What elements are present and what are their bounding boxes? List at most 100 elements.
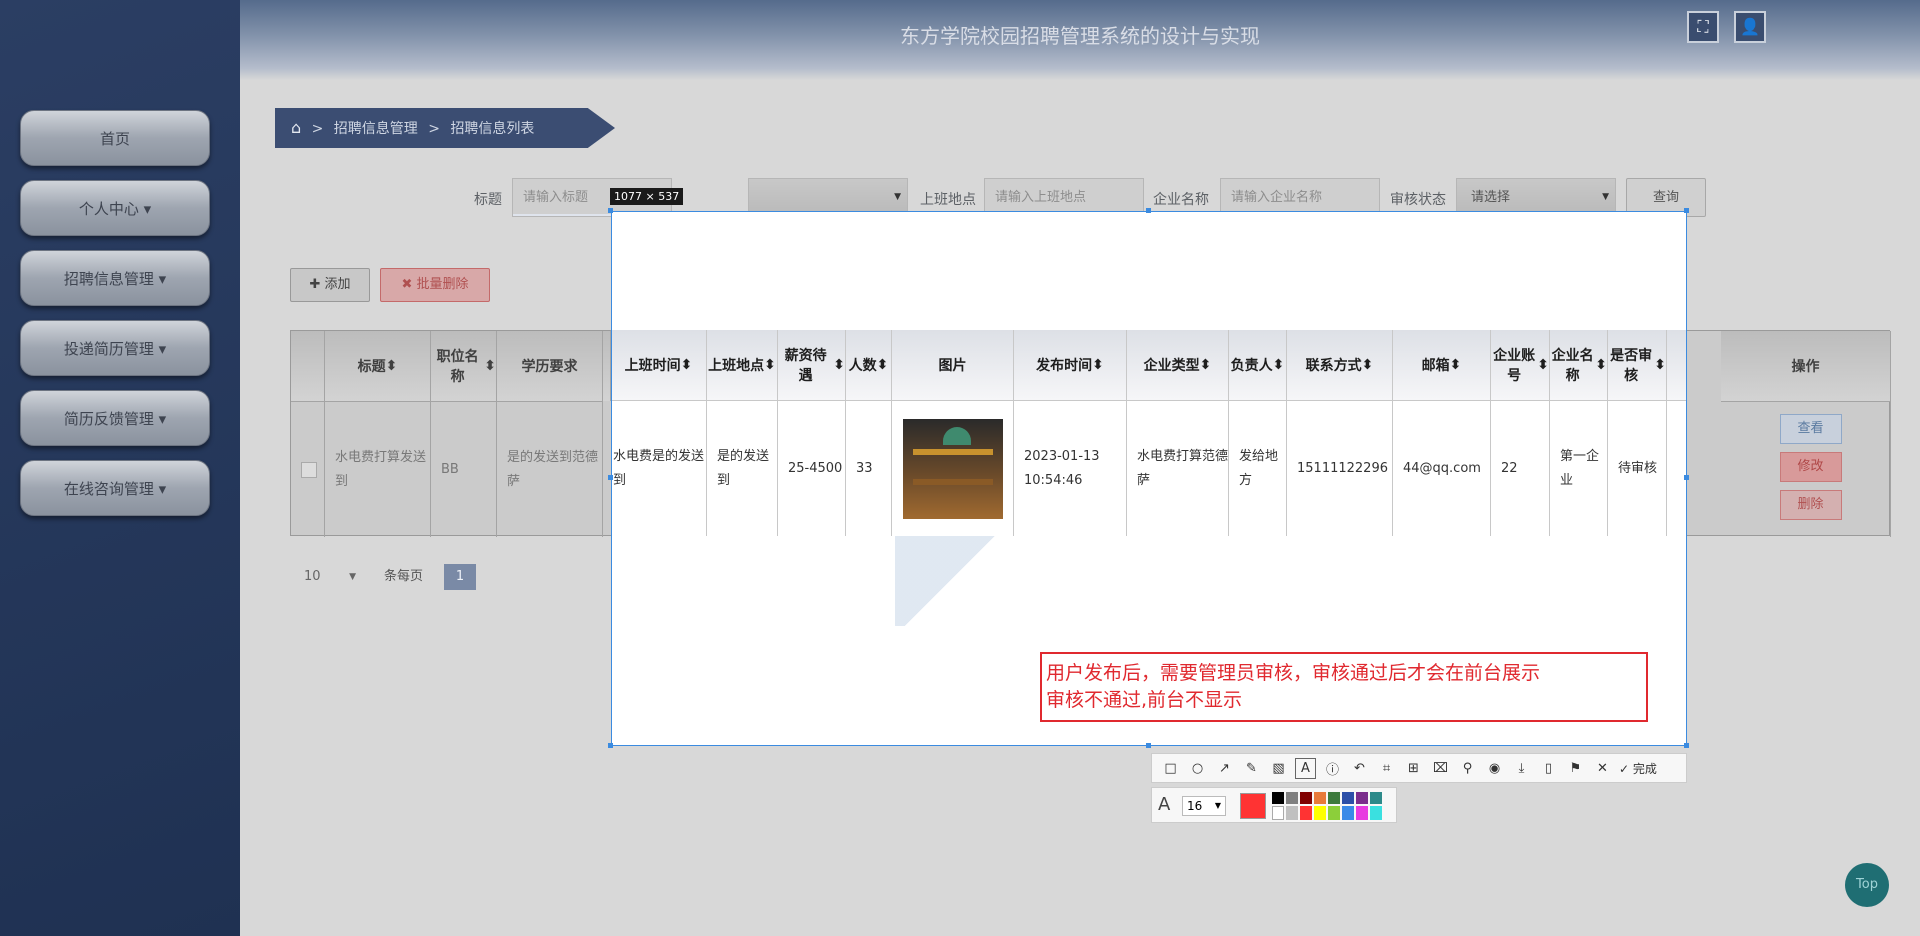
- company-filter-label: 企业名称: [1153, 192, 1209, 208]
- page-1-button[interactable]: 1: [444, 564, 476, 590]
- resize-handle[interactable]: [1146, 743, 1151, 748]
- breadcrumb: ⌂ > 招聘信息管理 > 招聘信息列表: [275, 108, 615, 148]
- col-email[interactable]: 邮箱 ⬍: [1393, 330, 1491, 400]
- resize-handle[interactable]: [1684, 475, 1689, 480]
- color-palette[interactable]: [1272, 792, 1392, 820]
- font-size-select[interactable]: 16 ▼: [1182, 796, 1226, 816]
- library-photo: [902, 418, 1003, 519]
- check-icon: ✓: [1619, 761, 1630, 776]
- table-cell-company: 第一企业: [1550, 400, 1608, 536]
- captured-table: 上班时间 ⬍ 上班地点 ⬍ 薪资待遇 ⬍ 人数 ⬍ 图片 发布时间 ⬍ 企业类型 ⬍ 负责人…: [612, 330, 1686, 536]
- table-cell-contact-person: 发给地方: [1229, 400, 1287, 536]
- col-reply: [1667, 330, 1686, 400]
- breadcrumb-level1[interactable]: 招聘信息管理: [334, 121, 418, 137]
- current-color-swatch[interactable]: [1240, 793, 1266, 819]
- resize-handle[interactable]: [1684, 208, 1689, 213]
- page-size-select[interactable]: 10 ▼: [290, 564, 370, 590]
- text-style-toolbar: A 16 ▼: [1151, 787, 1397, 823]
- sidebar-item-personal-center[interactable]: 个人中心 ▾: [20, 180, 210, 236]
- table-cell-audit: 待审核: [1608, 400, 1667, 536]
- table-cell-position: BB: [431, 401, 497, 537]
- title-filter-label: 标题: [474, 192, 502, 208]
- table-cell-salary: 25-4500: [778, 400, 846, 536]
- capture-toolbar: □ ○ ↗ ✎ ▧ A ⓘ ↶ ⌗ ⊞ ⌧ ⚲ ◉ ⤓ ▯ ⚑ ✕ ✓ 完成: [1151, 753, 1687, 783]
- home-icon[interactable]: ⌂: [291, 118, 301, 137]
- download-icon[interactable]: ⤓: [1511, 758, 1532, 779]
- pin-icon[interactable]: ⚲: [1457, 758, 1478, 779]
- resize-handle[interactable]: [1146, 208, 1151, 213]
- delete-button[interactable]: 删除: [1779, 490, 1842, 520]
- view-button[interactable]: 查看: [1779, 414, 1842, 444]
- resize-handle[interactable]: [608, 743, 613, 748]
- table-cell-email: 44@qq.com: [1393, 400, 1491, 536]
- resize-handle[interactable]: [608, 208, 613, 213]
- mosaic-icon[interactable]: ▧: [1268, 758, 1289, 779]
- table-cell-location: 是的发送到: [707, 400, 778, 536]
- add-button[interactable]: ✚ 添加: [290, 268, 370, 302]
- sidebar-item-online-consult[interactable]: 在线咨询管理 ▾: [20, 460, 210, 516]
- col-image: 图片: [892, 330, 1014, 400]
- sidebar-item-resume-feedback[interactable]: 简历反馈管理 ▾: [20, 390, 210, 446]
- undo-icon[interactable]: ↶: [1349, 758, 1370, 779]
- done-button[interactable]: ✓ 完成: [1619, 760, 1657, 777]
- table-cell-publish-time: 2023-01-13 10:54:46: [1014, 400, 1127, 536]
- col-phone[interactable]: 联系方式 ⬍: [1287, 330, 1393, 400]
- plus-icon: ✚: [309, 277, 325, 292]
- col-company[interactable]: 企业名称 ⬍: [1550, 330, 1608, 400]
- long-capture-icon[interactable]: ▯: [1538, 758, 1559, 779]
- record-icon[interactable]: ◉: [1484, 758, 1505, 779]
- close-icon[interactable]: ✕: [1592, 758, 1613, 779]
- col-location[interactable]: 上班地点 ⬍: [707, 330, 778, 400]
- font-icon: A: [1158, 794, 1171, 815]
- resize-handle[interactable]: [1684, 743, 1689, 748]
- table-cell-ops: 查看 修改 删除: [1721, 401, 1891, 537]
- col-account[interactable]: 企业账号 ⬍: [1491, 330, 1550, 400]
- col-audit[interactable]: 是否审核 ⬍: [1608, 330, 1667, 400]
- ocr-icon[interactable]: ⌧: [1430, 758, 1451, 779]
- capture-size-label: 1077 × 537: [610, 188, 684, 205]
- resize-handle[interactable]: [608, 475, 613, 480]
- table-cell-work-time: 水电费是的发送到: [612, 400, 707, 536]
- sidebar-item-resume-delivery[interactable]: 投递简历管理 ▾: [20, 320, 210, 376]
- per-page-label: 条每页: [384, 569, 424, 584]
- table-cell-reply: [1667, 400, 1686, 536]
- col-publish-time[interactable]: 发布时间 ⬍: [1014, 330, 1127, 400]
- checkbox-header: [291, 331, 325, 401]
- watermark-shape: [895, 536, 1005, 626]
- status-filter-label: 审核状态: [1390, 192, 1446, 208]
- rectangle-icon[interactable]: □: [1160, 758, 1181, 779]
- col-work-time[interactable]: 上班时间 ⬍: [612, 330, 707, 400]
- user-icon[interactable]: 👤: [1734, 11, 1766, 43]
- arrow-icon[interactable]: ↗: [1214, 758, 1235, 779]
- batch-delete-button[interactable]: ✖ 批量删除: [380, 268, 490, 302]
- col-count[interactable]: 人数 ⬍: [846, 330, 892, 400]
- table-cell-account: 22: [1491, 400, 1550, 536]
- annotation-note[interactable]: 用户发布后，需要管理员审核，审核通过后才会在前台展示 审核不通过,前台不显示: [1040, 652, 1648, 722]
- scan-icon[interactable]: ⌗: [1376, 758, 1397, 779]
- breadcrumb-level2: 招聘信息列表: [450, 121, 535, 137]
- col-contact-person[interactable]: 负责人 ⬍: [1229, 330, 1287, 400]
- sidebar-item-home[interactable]: 首页: [20, 110, 210, 166]
- page-title: 东方学院校园招聘管理系统的设计与实现: [900, 24, 1260, 48]
- bookmark-icon[interactable]: ⚑: [1565, 758, 1586, 779]
- number-icon[interactable]: ⓘ: [1322, 758, 1343, 779]
- col-company-type[interactable]: 企业类型 ⬍: [1127, 330, 1229, 400]
- col-title[interactable]: 标题 ⬍: [325, 331, 431, 401]
- col-salary[interactable]: 薪资待遇 ⬍: [778, 330, 846, 400]
- table-cell-title: 水电费打算发送到: [325, 401, 431, 537]
- sidebar-item-recruitment[interactable]: 招聘信息管理 ▾: [20, 250, 210, 306]
- text-icon[interactable]: A: [1295, 757, 1316, 779]
- fullscreen-icon[interactable]: ⛶: [1687, 11, 1719, 43]
- table-cell-phone: 15111122296: [1287, 400, 1393, 536]
- close-icon: ✖: [401, 277, 417, 292]
- location-filter-label: 上班地点: [920, 192, 976, 208]
- row-checkbox[interactable]: [291, 401, 325, 537]
- circle-icon[interactable]: ○: [1187, 758, 1208, 779]
- col-ops: 操作: [1721, 331, 1891, 401]
- back-to-top-button[interactable]: Top: [1845, 863, 1889, 907]
- pen-icon[interactable]: ✎: [1241, 758, 1262, 779]
- header: 东方学院校园招聘管理系统的设计与实现 ⛶ 👤: [240, 0, 1920, 80]
- col-position[interactable]: 职位名称 ⬍: [431, 331, 497, 401]
- translate-icon[interactable]: ⊞: [1403, 758, 1424, 779]
- edit-button[interactable]: 修改: [1779, 452, 1842, 482]
